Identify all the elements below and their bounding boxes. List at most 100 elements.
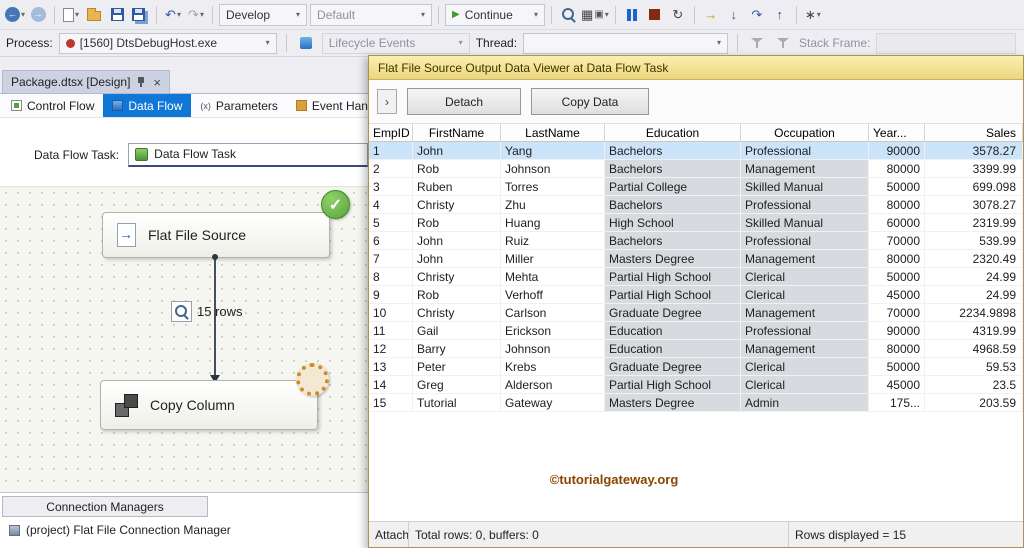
process-dropdown[interactable]: [1560] DtsDebugHost.exe ▾ — [58, 32, 277, 54]
table-row[interactable]: 6 John Ruiz Bachelors Professional 70000 539.9… — [369, 232, 1023, 250]
table-cell[interactable]: 10 — [369, 304, 413, 321]
column-header[interactable]: EmpID — [369, 124, 413, 141]
table-row[interactable]: 13 Peter Krebs Graduate Degree Clerical 50000… — [369, 358, 1023, 376]
table-cell[interactable]: Partial High School — [605, 376, 741, 393]
table-cell[interactable]: Mehta — [501, 268, 605, 285]
table-cell[interactable]: Johnson — [501, 340, 605, 357]
table-cell[interactable]: 2319.99 — [925, 214, 1023, 231]
tab-event-handlers[interactable]: Event Handlers — [287, 94, 368, 117]
step-out-button[interactable]: ↑ — [770, 4, 790, 26]
pause-button[interactable] — [622, 4, 642, 26]
navigate-backward-button[interactable]: ← ▾ — [5, 4, 25, 26]
restart-button[interactable]: ↻ — [668, 4, 688, 26]
table-row[interactable]: 8 Christy Mehta Partial High School Clerical… — [369, 268, 1023, 286]
table-cell[interactable]: 9 — [369, 286, 413, 303]
table-cell[interactable]: Clerical — [741, 376, 869, 393]
table-row[interactable]: 12 Barry Johnson Education Management 80000 49… — [369, 340, 1023, 358]
table-cell[interactable]: 15 — [369, 394, 413, 411]
table-cell[interactable]: Partial College — [605, 178, 741, 195]
connection-manager-item[interactable]: (project) Flat File Connection Manager — [9, 523, 231, 537]
table-cell[interactable]: 50000 — [869, 178, 925, 195]
table-cell[interactable]: Professional — [741, 322, 869, 339]
table-row[interactable]: 10 Christy Carlson Graduate Degree Managemen… — [369, 304, 1023, 322]
connection-managers-header[interactable]: Connection Managers — [2, 496, 208, 517]
table-cell[interactable]: Skilled Manual — [741, 178, 869, 195]
save-button[interactable] — [107, 4, 127, 26]
undo-button[interactable]: ↶ ▾ — [163, 4, 183, 26]
table-cell[interactable]: Rob — [413, 160, 501, 177]
table-cell[interactable]: 8 — [369, 268, 413, 285]
table-cell[interactable]: Professional — [741, 142, 869, 159]
table-cell[interactable]: 4 — [369, 196, 413, 213]
table-cell[interactable]: Alderson — [501, 376, 605, 393]
lifecycle-icon-button[interactable] — [296, 32, 316, 54]
flag-threads-button[interactable] — [747, 32, 767, 54]
table-cell[interactable]: Huang — [501, 214, 605, 231]
table-cell[interactable]: 70000 — [869, 232, 925, 249]
table-cell[interactable]: Skilled Manual — [741, 214, 869, 231]
table-cell[interactable]: 14 — [369, 376, 413, 393]
table-cell[interactable]: Bachelors — [605, 160, 741, 177]
table-cell[interactable]: Gateway — [501, 394, 605, 411]
table-row[interactable]: 15 Tutorial Gateway Masters Degree Admin 175.… — [369, 394, 1023, 412]
flat-file-source-node[interactable]: Flat File Source — [102, 212, 330, 258]
table-cell[interactable]: 4968.59 — [925, 340, 1023, 357]
table-cell[interactable]: John — [413, 232, 501, 249]
table-cell[interactable]: Graduate Degree — [605, 358, 741, 375]
table-cell[interactable]: Masters Degree — [605, 394, 741, 411]
table-cell[interactable]: 80000 — [869, 250, 925, 267]
table-cell[interactable]: Masters Degree — [605, 250, 741, 267]
table-cell[interactable]: 45000 — [869, 376, 925, 393]
table-cell[interactable]: Johnson — [501, 160, 605, 177]
table-cell[interactable]: Ruben — [413, 178, 501, 195]
table-cell[interactable]: Partial High School — [605, 268, 741, 285]
table-cell[interactable]: 45000 — [869, 286, 925, 303]
copy-column-node[interactable]: Copy Column — [100, 380, 318, 430]
thread-dropdown[interactable]: ▾ — [523, 32, 729, 54]
table-row[interactable]: 3 Ruben Torres Partial College Skilled Manua… — [369, 178, 1023, 196]
table-cell[interactable]: Clerical — [741, 286, 869, 303]
table-cell[interactable]: 11 — [369, 322, 413, 339]
table-cell[interactable]: 80000 — [869, 196, 925, 213]
column-header[interactable]: Occupation — [741, 124, 869, 141]
table-cell[interactable]: 2 — [369, 160, 413, 177]
table-cell[interactable]: John — [413, 250, 501, 267]
table-cell[interactable]: Management — [741, 340, 869, 357]
table-cell[interactable]: Education — [605, 322, 741, 339]
navigate-forward-button[interactable]: → — [28, 4, 48, 26]
pin-icon[interactable] — [137, 76, 146, 89]
table-cell[interactable]: 80000 — [869, 340, 925, 357]
table-cell[interactable]: Rob — [413, 214, 501, 231]
data-flow-design-surface[interactable]: Flat File Source ✓ 15 rows Copy Column — [0, 186, 368, 492]
table-cell[interactable]: 539.99 — [925, 232, 1023, 249]
table-cell[interactable]: Torres — [501, 178, 605, 195]
table-cell[interactable]: 5 — [369, 214, 413, 231]
tab-data-flow[interactable]: Data Flow — [103, 94, 192, 117]
expander-button[interactable]: › — [377, 89, 397, 114]
stop-button[interactable] — [645, 4, 665, 26]
table-cell[interactable]: Bachelors — [605, 142, 741, 159]
table-cell[interactable]: 4319.99 — [925, 322, 1023, 339]
table-cell[interactable]: 2234.9898 — [925, 304, 1023, 321]
table-cell[interactable]: 24.99 — [925, 286, 1023, 303]
extra-tools-button[interactable]: ∗ ▾ — [803, 4, 823, 26]
copy-data-button[interactable]: Copy Data — [531, 88, 649, 115]
table-row[interactable]: 2 Rob Johnson Bachelors Management 80000 3399.… — [369, 160, 1023, 178]
table-cell[interactable]: John — [413, 142, 501, 159]
table-cell[interactable]: Professional — [741, 196, 869, 213]
table-cell[interactable]: Krebs — [501, 358, 605, 375]
table-cell[interactable]: 12 — [369, 340, 413, 357]
table-cell[interactable]: 1 — [369, 142, 413, 159]
table-cell[interactable]: 7 — [369, 250, 413, 267]
table-cell[interactable]: Erickson — [501, 322, 605, 339]
table-cell[interactable]: Admin — [741, 394, 869, 411]
step-over-button[interactable]: ↷ — [747, 4, 767, 26]
table-row[interactable]: 4 Christy Zhu Bachelors Professional 80000 307… — [369, 196, 1023, 214]
table-cell[interactable]: 3399.99 — [925, 160, 1023, 177]
table-cell[interactable]: 59.53 — [925, 358, 1023, 375]
table-cell[interactable]: 80000 — [869, 160, 925, 177]
table-cell[interactable]: Barry — [413, 340, 501, 357]
table-cell[interactable]: Bachelors — [605, 232, 741, 249]
table-cell[interactable]: Management — [741, 304, 869, 321]
table-cell[interactable]: Ruiz — [501, 232, 605, 249]
